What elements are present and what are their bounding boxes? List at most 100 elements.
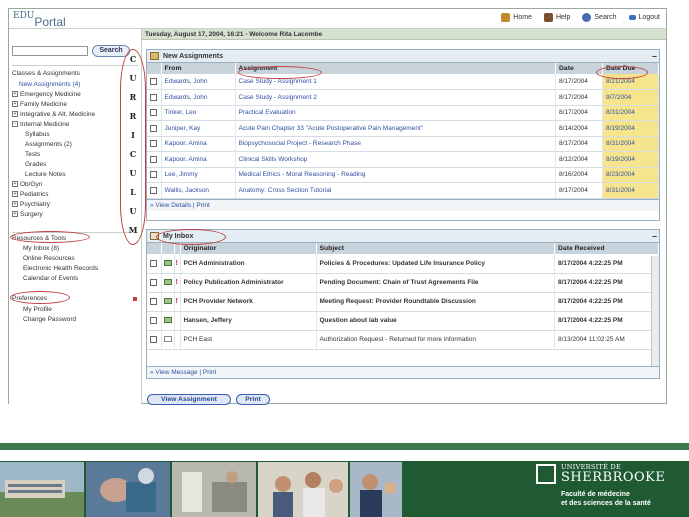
curriculum-annotation: CURRICULUM	[120, 49, 146, 245]
table-row[interactable]: Lee, Jimmy Medical Ethics - Moral Reasoni…	[147, 167, 659, 183]
row-checkbox[interactable]	[150, 259, 158, 267]
sidebar-item-class[interactable]: Lecture Notes	[25, 171, 65, 178]
row-checkbox[interactable]	[150, 109, 158, 117]
assignment-cell[interactable]: Acute Pain Chapter 33 "Acute Postoperati…	[235, 120, 556, 137]
assignment-cell[interactable]: Case Study - Assignment 2	[235, 89, 556, 106]
table-row[interactable]: ! PCH Provider Network Meeting Request: Pr…	[147, 292, 659, 312]
subject-cell[interactable]: Meeting Request: Provider Roundtable Dis…	[316, 292, 555, 312]
row-checkbox[interactable]	[150, 297, 158, 305]
search-link[interactable]: Search	[582, 13, 617, 22]
table-row[interactable]: Wallis, Jackson Anatomy: Cross Section Tu…	[147, 182, 659, 199]
table-row[interactable]: Hansen, Jeffery Question about lab value 8…	[147, 311, 659, 331]
expand-icon[interactable]: +	[12, 91, 18, 98]
logout-link[interactable]: Logout	[628, 13, 660, 22]
subject-cell[interactable]: Question about lab value	[316, 311, 555, 331]
footer-separator: |	[199, 369, 202, 376]
assignment-cell[interactable]: Medical Ethics - Moral Reasoning - Readi…	[235, 167, 556, 183]
help-link[interactable]: Help	[543, 13, 570, 22]
sidebar-item-class[interactable]: New Assignments (4)	[19, 81, 80, 88]
table-row[interactable]: Tinker, Leo Practical Evaluation 8/17/2004…	[147, 105, 659, 121]
print-link[interactable]: Print	[196, 202, 209, 209]
sidebar-item-class[interactable]: + Family Medicine	[12, 101, 67, 108]
minimize-icon[interactable]: –	[652, 50, 657, 63]
row-checkbox[interactable]	[150, 140, 158, 148]
sidebar-item-class[interactable]: + Pediatrics	[12, 191, 49, 198]
table-row[interactable]: Edwards, John Case Study - Assignment 1 8/…	[147, 74, 659, 90]
assignment-cell[interactable]: Clinical Skills Workshop	[235, 151, 556, 168]
assignment-cell[interactable]: Anatomy: Cross Section Tutorial	[235, 182, 556, 199]
row-checkbox[interactable]	[150, 316, 158, 324]
row-checkbox[interactable]	[150, 278, 158, 286]
students-photo	[258, 462, 348, 517]
subject-cell[interactable]: Pending Document: Chain of Trust Agreeme…	[316, 273, 555, 293]
sidebar-item-class[interactable]: Grades	[25, 161, 46, 168]
row-select-cell	[147, 311, 162, 331]
sidebar-item-class[interactable]: + Emergency Medicine	[12, 91, 81, 98]
table-row[interactable]: Edwards, John Case Study - Assignment 2 8/…	[147, 89, 659, 106]
home-link[interactable]: Home	[501, 13, 532, 22]
table-row[interactable]: PCH East Authorization Request - Returned…	[147, 330, 659, 350]
sidebar-item-resource[interactable]: Online Resources	[23, 255, 75, 262]
view-details-link[interactable]: » View Details	[150, 202, 191, 209]
sidebar-item-resource[interactable]: Calendar of Events	[23, 275, 78, 282]
surgery-photo	[86, 462, 170, 517]
row-checkbox[interactable]	[150, 171, 158, 179]
row-checkbox[interactable]	[150, 77, 158, 85]
assignment-cell[interactable]: Practical Evaluation	[235, 105, 556, 121]
row-checkbox[interactable]	[150, 93, 158, 101]
table-row[interactable]: Kapoor, Amina Biopsychosocial Project - R…	[147, 136, 659, 152]
sidebar-item-label: Grades	[25, 161, 47, 168]
sidebar-item-class[interactable]: Syllabus	[25, 131, 50, 138]
inbox-scrollbar[interactable]	[651, 256, 659, 366]
expand-icon[interactable]: +	[12, 101, 18, 108]
expand-icon[interactable]: +	[12, 191, 18, 198]
subject-cell[interactable]: Policies & Procedures: Updated Life Insu…	[316, 254, 555, 274]
expand-icon[interactable]: +	[12, 181, 18, 188]
sidebar-item-class[interactable]: − Internal Medicine	[12, 121, 70, 128]
collapse-icon[interactable]: −	[12, 121, 18, 128]
table-row[interactable]: ! Policy Publication Administrator Pending…	[147, 273, 659, 293]
sidebar-item-label: Syllabus	[25, 131, 50, 138]
sidebar-item-class[interactable]: Tests	[25, 151, 40, 158]
subject-cell[interactable]: Authorization Request - Returned for mor…	[316, 330, 555, 350]
expand-icon[interactable]: +	[12, 201, 18, 208]
sidebar-item-preference[interactable]: Change Password	[23, 316, 76, 323]
assignment-cell[interactable]: Biopsychosocial Project - Research Phase	[235, 136, 556, 152]
table-row[interactable]: ! PCH Administration Policies & Procedures…	[147, 254, 659, 274]
print-link[interactable]: Print	[203, 369, 216, 376]
table-row[interactable]: Juniper, Kay Acute Pain Chapter 33 "Acute…	[147, 120, 659, 137]
faculty-line1: Faculté de médecine	[561, 491, 630, 498]
sidebar-item-class[interactable]: + Surgery	[12, 211, 43, 218]
row-checkbox[interactable]	[150, 124, 158, 132]
home-icon	[501, 13, 511, 22]
table-row[interactable]: Kapoor, Amina Clinical Skills Workshop 8/1…	[147, 151, 659, 168]
row-checkbox[interactable]	[150, 186, 158, 194]
column-header-subject[interactable]: Subject	[316, 243, 555, 254]
sidebar-item-label: New Assignments (4)	[19, 81, 81, 88]
banner-stripe	[0, 443, 689, 450]
print-button[interactable]: Print	[236, 394, 270, 405]
row-checkbox[interactable]	[150, 155, 158, 163]
row-select-cell	[147, 254, 162, 274]
sidebar-item-class[interactable]: + Ob/Gyn	[12, 181, 42, 188]
sidebar-item-class[interactable]: + Integrative & Alt. Medicine	[12, 111, 95, 118]
logo[interactable]: EDUPortal	[13, 11, 66, 30]
sidebar-search-input[interactable]	[12, 46, 88, 56]
sidebar-item-preference[interactable]: My Profile	[23, 306, 52, 313]
select-column-header	[147, 243, 162, 254]
search-icon	[582, 13, 592, 22]
sidebar-item-class[interactable]: + Psychiatry	[12, 201, 50, 208]
expand-icon[interactable]: +	[12, 211, 18, 218]
expand-icon[interactable]: +	[12, 111, 18, 118]
column-header-date-received[interactable]: Date Received	[554, 243, 659, 254]
footer-separator: |	[192, 201, 195, 209]
row-checkbox[interactable]	[150, 335, 158, 343]
sidebar-item-class[interactable]: Assignments (2)	[25, 141, 72, 148]
minimize-icon[interactable]: –	[652, 230, 657, 243]
date-cell: 8/17/2004 4:22:25 PM	[554, 292, 659, 312]
column-header-from[interactable]: From	[161, 63, 236, 74]
view-message-link[interactable]: » View Message	[150, 369, 198, 376]
sidebar-item-resource[interactable]: My Inbox (8)	[23, 245, 59, 252]
view-assignment-button[interactable]: View Assignment	[147, 394, 231, 405]
sidebar-item-resource[interactable]: Electronic Health Records	[23, 265, 98, 272]
